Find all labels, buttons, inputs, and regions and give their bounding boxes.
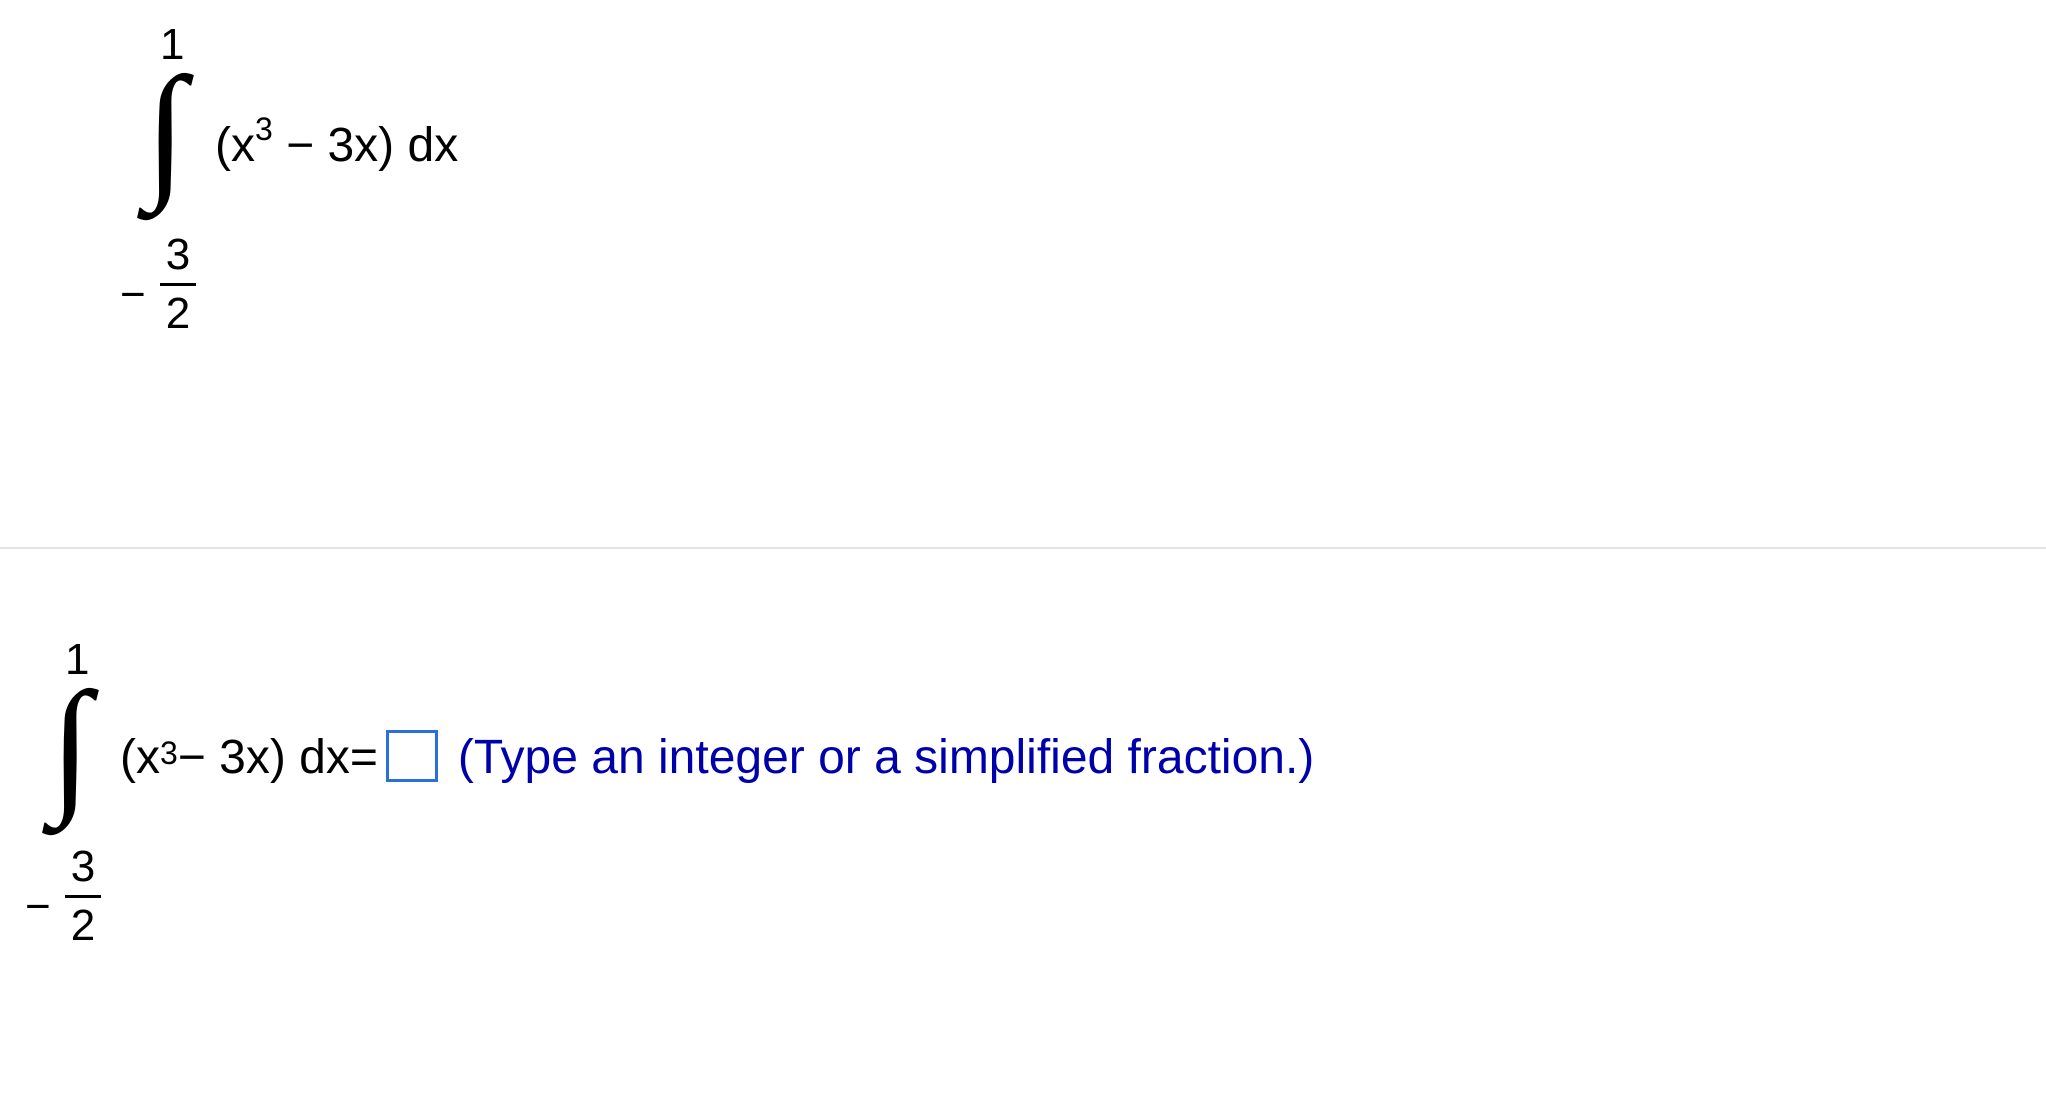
fraction-denominator: 2 xyxy=(71,904,95,948)
integrand-rest: − 3x) dx xyxy=(178,730,350,785)
fraction-bar-icon xyxy=(160,283,196,286)
top-integral-integrand: (x3 − 3x) dx xyxy=(215,115,458,173)
fraction-numerator: 3 xyxy=(166,233,190,277)
equals-sign: = xyxy=(350,730,378,785)
top-integral-lower-limit-sign: − xyxy=(120,270,146,320)
answer-input[interactable] xyxy=(386,730,438,782)
integrand-rest: − 3x) dx xyxy=(273,119,458,172)
integrand-exponent: 3 xyxy=(160,735,178,772)
bottom-integral-integrand: (x3 − 3x) dx = (Type an integer or a sim… xyxy=(120,730,1314,785)
integral-symbol-icon: ∫ xyxy=(145,55,186,205)
integral-symbol-icon: ∫ xyxy=(50,670,91,820)
fraction-numerator: 3 xyxy=(71,845,95,889)
top-integral-lower-limit-fraction: 3 2 xyxy=(160,233,196,336)
integrand-open: (x xyxy=(215,119,255,172)
fraction-bar-icon xyxy=(65,895,101,898)
fraction-denominator: 2 xyxy=(166,292,190,336)
section-divider xyxy=(0,547,2046,549)
integrand-open: (x xyxy=(120,730,160,785)
answer-hint-text: (Type an integer or a simplified fractio… xyxy=(458,730,1314,785)
integrand-exponent: 3 xyxy=(255,111,273,147)
bottom-integral-lower-limit-sign: − xyxy=(25,882,51,932)
math-problem-page: 1 ∫ (x3 − 3x) dx − 3 2 1 ∫ − 3 2 (x3 − 3… xyxy=(0,0,2046,1095)
bottom-integral-lower-limit-fraction: 3 2 xyxy=(65,845,101,948)
